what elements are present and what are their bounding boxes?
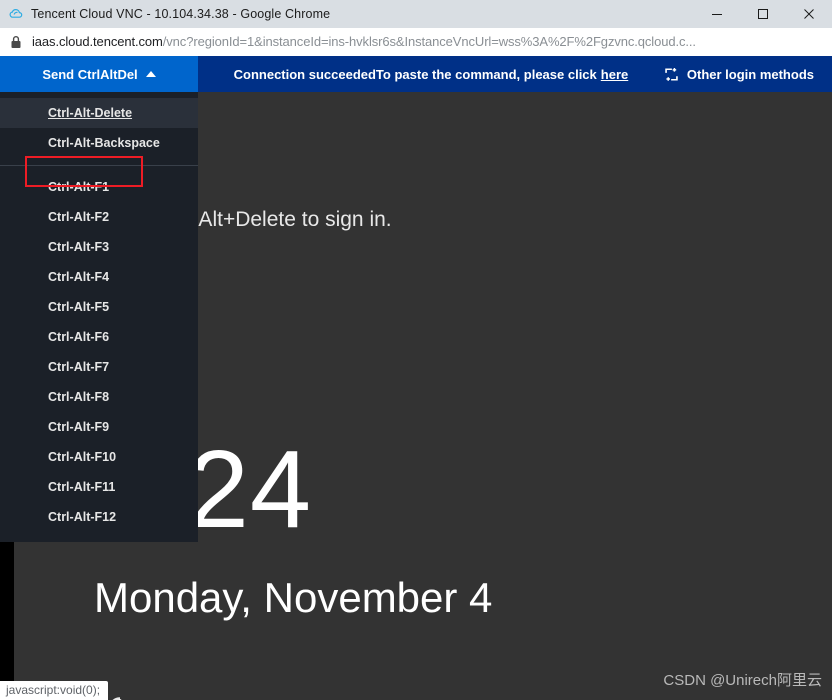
menu-item-ctrl-alt-delete[interactable]: Ctrl-Alt-Delete: [0, 98, 198, 128]
lock-screen-date: Monday, November 4: [94, 574, 493, 621]
address-bar[interactable]: iaas.cloud.tencent.com/vnc?regionId=1&in…: [0, 28, 832, 56]
menu-item-ctrl-alt-backspace[interactable]: Ctrl-Alt-Backspace: [0, 128, 198, 158]
paste-command-link[interactable]: here: [601, 67, 628, 82]
ease-of-access-icon[interactable]: [103, 692, 137, 700]
menu-item-ctrl-alt-f6[interactable]: Ctrl-Alt-F6: [0, 322, 198, 352]
menu-item-ctrl-alt-f10[interactable]: Ctrl-Alt-F10: [0, 442, 198, 472]
menu-item-ctrl-alt-f12[interactable]: Ctrl-Alt-F12: [0, 502, 198, 532]
other-login-methods-button[interactable]: Other login methods: [664, 56, 832, 92]
connection-status-message: Connection succeededTo paste the command…: [198, 56, 664, 92]
window-controls: [694, 0, 832, 28]
switch-user-icon: [664, 67, 679, 82]
chevron-up-icon: [145, 71, 156, 77]
maximize-button[interactable]: [740, 0, 786, 28]
menu-item-ctrl-alt-f2[interactable]: Ctrl-Alt-F2: [0, 202, 198, 232]
browser-window: Tencent Cloud VNC - 10.104.34.38 - Googl…: [0, 0, 832, 700]
connection-status-text: Connection succeededTo paste the command…: [233, 66, 597, 82]
menu-item-ctrl-alt-f1[interactable]: Ctrl-Alt-F1: [0, 172, 198, 202]
lock-icon[interactable]: [10, 35, 22, 49]
csdn-watermark: CSDN @Unirech阿里云: [663, 672, 822, 689]
menu-item-ctrl-alt-f8[interactable]: Ctrl-Alt-F8: [0, 382, 198, 412]
menu-item-ctrl-alt-f5[interactable]: Ctrl-Alt-F5: [0, 292, 198, 322]
vnc-page: Press Ctrl+Alt+Delete to sign in. 8:24 M…: [0, 56, 832, 700]
minimize-button[interactable]: [694, 0, 740, 28]
tencent-cloud-cloud-icon: [8, 6, 24, 22]
close-button[interactable]: [786, 0, 832, 28]
send-ctrl-alt-del-button[interactable]: Send CtrlAltDel: [0, 56, 198, 92]
menu-divider: [0, 165, 198, 166]
window-title-text: Tencent Cloud VNC - 10.104.34.38 - Googl…: [31, 7, 331, 21]
send-ctrl-alt-del-menu[interactable]: Ctrl-Alt-Delete Ctrl-Alt-Backspace Ctrl-Al…: [0, 92, 198, 542]
url-text[interactable]: iaas.cloud.tencent.com/vnc?regionId=1&in…: [32, 34, 696, 49]
window-title-bar: Tencent Cloud VNC - 10.104.34.38 - Googl…: [0, 0, 832, 28]
url-host: iaas.cloud.tencent.com: [32, 34, 163, 49]
send-ctrl-alt-del-label: Send CtrlAltDel: [42, 66, 138, 82]
menu-item-ctrl-alt-f9[interactable]: Ctrl-Alt-F9: [0, 412, 198, 442]
menu-item-ctrl-alt-f3[interactable]: Ctrl-Alt-F3: [0, 232, 198, 262]
menu-item-ctrl-alt-f11[interactable]: Ctrl-Alt-F11: [0, 472, 198, 502]
vnc-toolbar: Send CtrlAltDel Connection succeededTo p…: [0, 56, 832, 92]
other-login-methods-label: Other login methods: [686, 66, 814, 82]
url-path: /vnc?regionId=1&instanceId=ins-hvklsr6s&…: [162, 34, 696, 49]
menu-item-ctrl-alt-f7[interactable]: Ctrl-Alt-F7: [0, 352, 198, 382]
status-bubble: javascript:void(0);: [0, 681, 109, 700]
menu-item-ctrl-alt-f4[interactable]: Ctrl-Alt-F4: [0, 262, 198, 292]
